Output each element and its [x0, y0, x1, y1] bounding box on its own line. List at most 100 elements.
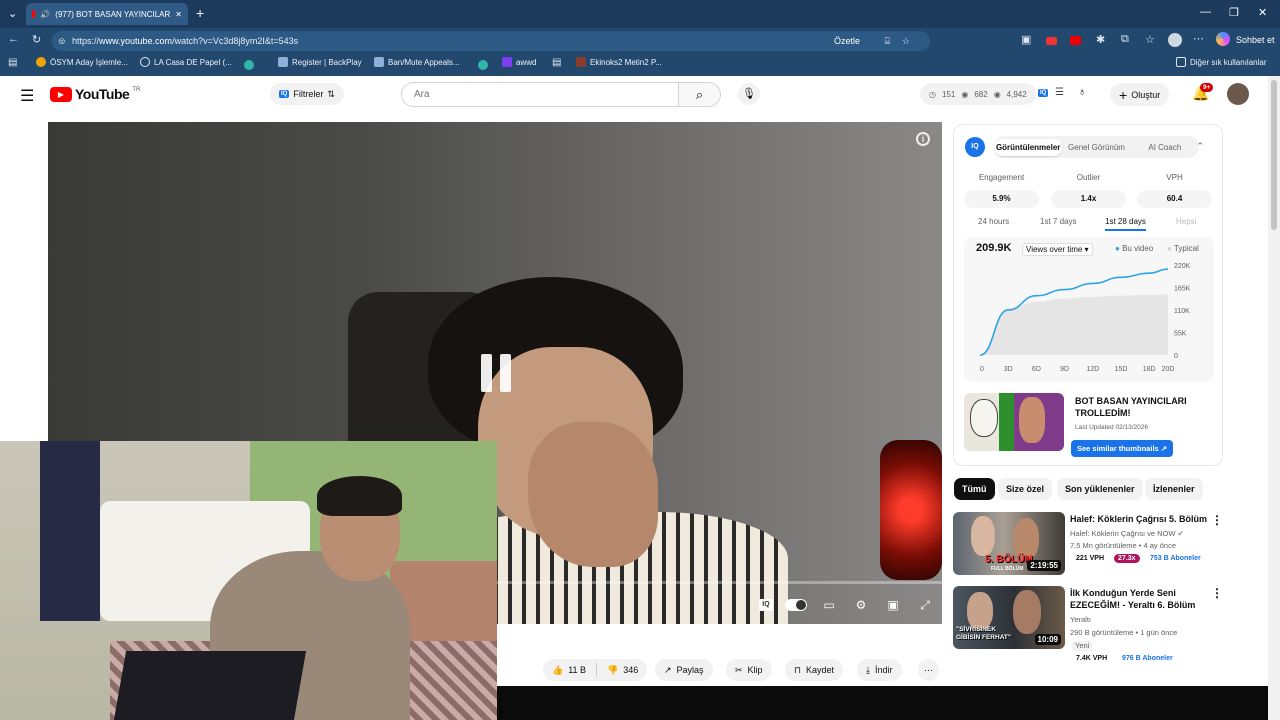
puzzle-icon[interactable]: ✱	[1096, 33, 1105, 46]
avatar[interactable]	[1227, 83, 1249, 105]
video-title[interactable]: Halef: Köklerin Çağrısı 5. Bölüm	[1070, 513, 1210, 525]
bookmark-awwd[interactable]: awwd	[502, 57, 536, 67]
info-icon[interactable]: i	[916, 132, 930, 146]
new-tab-icon[interactable]: +	[196, 5, 204, 21]
create-button[interactable]: + Oluştur	[1110, 83, 1170, 106]
scrollbar-thumb[interactable]	[1271, 80, 1277, 230]
minimize-icon[interactable]: —	[1200, 6, 1211, 18]
other-bookmarks[interactable]: Diğer sık kullanılanlar	[1176, 57, 1266, 67]
back-icon[interactable]: ←	[8, 33, 19, 45]
filters-button[interactable]: IQ Filtreler ⇅	[270, 83, 344, 105]
range-all[interactable]: Hepsi	[1176, 217, 1196, 226]
collapse-icon[interactable]: ⌃	[1196, 141, 1204, 152]
tab-views[interactable]: Görüntülenmeler	[994, 138, 1063, 156]
split-icon[interactable]: ⧉	[1121, 33, 1129, 46]
bookmark-label: Ekinoks2 Metin2 P...	[590, 57, 662, 67]
clip-label: Klip	[747, 665, 763, 675]
summarize-button[interactable]: Özetle	[834, 36, 860, 46]
bookmark-osym[interactable]: ÖSYM Aday İşlemle...	[36, 57, 128, 67]
save-button[interactable]: ⊓ Kaydet	[785, 659, 844, 681]
favorites-icon[interactable]: ☆	[1145, 33, 1155, 46]
more-actions-button[interactable]: ⋯	[918, 659, 939, 681]
bookmark-ban[interactable]: Ban/Mute Appeals...	[374, 57, 460, 67]
bookmark-lacasa[interactable]: LA Casa DE Papel (...	[140, 57, 232, 67]
youtube-play-icon: ▶	[50, 86, 72, 102]
pause-icon[interactable]	[481, 354, 513, 392]
chip-for-you[interactable]: Size özel	[998, 478, 1053, 500]
channel-name[interactable]: Halef: Köklerin Çağrısı ve NOW ✔	[1070, 529, 1184, 539]
chip-all[interactable]: Tümü	[954, 478, 995, 500]
extension-icon[interactable]: ▣	[1021, 33, 1031, 46]
speaker-icon: 🔊	[40, 9, 51, 19]
autoplay-toggle[interactable]	[785, 599, 807, 611]
subtitles-icon[interactable]: ▭	[819, 597, 839, 613]
search-icon[interactable]: ⌕	[678, 83, 720, 106]
bookmark-green-icon[interactable]	[244, 60, 254, 70]
hamburger-menu-icon[interactable]: ☰	[20, 86, 34, 106]
ban-icon	[374, 57, 384, 67]
bookmark-register[interactable]: Register | BackPlay	[278, 57, 362, 67]
favorite-star-icon[interactable]: ☆	[902, 36, 910, 47]
profile-avatar[interactable]	[1168, 33, 1182, 47]
microphone-icon[interactable]: 🎙	[738, 83, 760, 105]
channel-stats: ◷ 151 ◉ 682 ◉ 4,942	[920, 83, 1036, 105]
reload-icon[interactable]: ↻	[32, 33, 41, 46]
browser-tab[interactable]: 🔊 (977) BOT BASAN YAYINCILAR ✕	[26, 3, 188, 25]
range-7d[interactable]: 1st 7 days	[1040, 217, 1076, 226]
bulb-icon[interactable]: ♁	[1078, 86, 1086, 98]
outlier-badge: 27.3x	[1114, 554, 1140, 563]
more-options-icon[interactable]: ⋮	[1211, 586, 1223, 600]
video-thumbnail[interactable]	[964, 393, 1064, 451]
metric-value: 5.9%	[964, 190, 1039, 208]
tab-close-icon[interactable]: ✕	[175, 10, 182, 19]
reading-list-icon[interactable]: ▤	[8, 57, 17, 68]
page-scrollbar[interactable]	[1268, 76, 1280, 720]
video-title[interactable]: İlk Konduğun Yerde Seni EZECEĞİM! - Yera…	[1070, 587, 1200, 611]
analytics-panel: IQ Görüntülenmeler Genel Görünüm AI Coac…	[953, 124, 1223, 466]
share-button[interactable]: ↗ Paylaş	[655, 659, 713, 681]
download-button[interactable]: ⤓ İndir	[857, 659, 902, 681]
url-field[interactable]: ⊜ https://www.youtube.com/watch?v=Vc3d8j…	[52, 31, 930, 51]
chat-button[interactable]: Sohbet et	[1236, 35, 1275, 45]
list-icon[interactable]: ☰	[1055, 87, 1064, 98]
chip-recent[interactable]: Son yüklenenler	[1057, 478, 1143, 500]
youtube-logo[interactable]: ▶ YouTube TR	[50, 86, 140, 102]
close-window-icon[interactable]: ✕	[1258, 6, 1267, 19]
see-similar-button[interactable]: See similar thumbnails ↗	[1071, 440, 1174, 457]
tab-ai-coach[interactable]: AI Coach	[1131, 143, 1199, 152]
bookmark-teal-icon[interactable]	[478, 60, 488, 70]
x-tick-label: 12D	[1086, 366, 1099, 373]
views-select[interactable]: Views over time ▾	[1022, 243, 1093, 256]
read-aloud-icon[interactable]: ⌸	[885, 36, 890, 47]
other-bookmarks-label: Diğer sık kullanılanlar	[1190, 57, 1267, 67]
clip-button[interactable]: ✂ Klip	[726, 659, 772, 681]
video-meta: 7,5 Mn görüntüleme • 4 ay önce	[1070, 541, 1177, 550]
maximize-icon[interactable]: ❐	[1229, 6, 1239, 19]
channel-name[interactable]: Yeraltı	[1070, 615, 1091, 625]
fullscreen-icon[interactable]: ⤢	[915, 597, 935, 613]
range-28d[interactable]: 1st 28 days	[1105, 217, 1146, 231]
chip-watched[interactable]: İzlenenler	[1145, 478, 1203, 500]
iq-player-icon[interactable]: IQ	[759, 599, 773, 611]
dislike-button[interactable]: 👎 346	[607, 665, 638, 676]
theater-mode-icon[interactable]: ▣	[883, 597, 903, 613]
bookmark-doc-icon[interactable]: ▤	[552, 57, 561, 68]
bookmark-ekinoks[interactable]: Ekinoks2 Metin2 P...	[576, 57, 662, 67]
video-thumbnail-2[interactable]: "SİVRİSİNEK GİBİSİN FERHAT" 10:09	[953, 586, 1065, 649]
more-options-icon[interactable]: ⋮	[1211, 513, 1223, 527]
like-button[interactable]: 👍 11 B	[552, 665, 586, 676]
copilot-icon[interactable]	[1216, 32, 1230, 46]
settings-gear-icon[interactable]: ⚙	[851, 597, 871, 613]
tab-list-icon[interactable]: ⌄	[8, 7, 17, 20]
y-tick-label: 220K	[1174, 263, 1191, 270]
search-input[interactable]	[402, 83, 680, 106]
more-menu-icon[interactable]: ⋯	[1193, 32, 1204, 45]
x-tick-label: 6D	[1032, 366, 1041, 373]
range-24h[interactable]: 24 hours	[978, 217, 1009, 226]
yt-extension-icon[interactable]	[1046, 37, 1057, 45]
iq-extension-icon[interactable]: IQ	[1038, 89, 1049, 97]
youtube-extension-icon[interactable]	[1070, 36, 1081, 45]
video-thumbnail-1[interactable]: 5. BÖLÜM FULL BÖLÜM 2:19:55	[953, 512, 1065, 575]
actor-figure	[971, 516, 995, 556]
tab-overview[interactable]: Genel Görünüm	[1062, 143, 1130, 152]
